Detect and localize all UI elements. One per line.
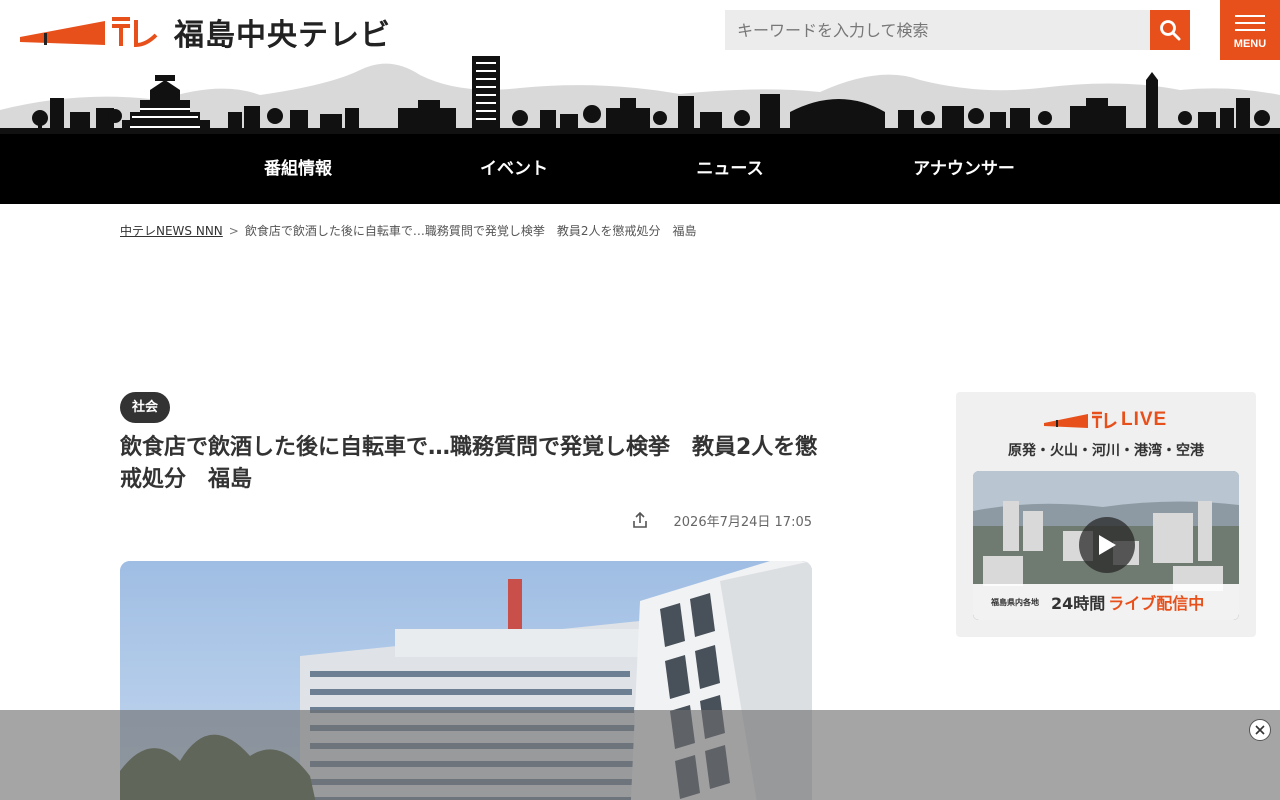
site-logo[interactable]: 福島中央テレビ [20,12,391,53]
live-word: LIVE [1121,409,1168,430]
bottom-ad-overlay [0,710,1280,800]
breadcrumb: 中テレNEWS NNN > 飲食店で飲酒した後に自転車で…職務質問で発覚し検挙 教員… [120,222,697,239]
play-button[interactable] [1079,517,1135,573]
close-icon [1255,725,1265,735]
share-icon[interactable] [630,510,650,530]
ctv-logo-icon [1044,411,1117,429]
search-button[interactable] [1150,10,1190,50]
article-meta: 2026年7月24日 17:05 [620,507,812,533]
live-thumbnail[interactable]: 福島県内各地 24時間 ライブ配信中 [973,471,1239,620]
live-banner-area: 福島県内各地 [991,597,1039,607]
live-card[interactable]: LIVE 原発・火山・河川・港湾・空港 福島県内各地 24時間 ライブ配信中 [956,392,1256,637]
live-banner-hours: 24時間 [1051,594,1106,613]
article-date: 2026年7月24日 17:05 [673,514,813,530]
ad-close-button[interactable] [1249,719,1271,741]
logo-text: 福島中央テレビ [174,18,391,53]
site-header: 福島中央テレビ MENU [0,0,1280,134]
breadcrumb-home-link[interactable]: 中テレNEWS NNN [120,224,223,238]
nav-item-programs[interactable]: 番組情報 [238,134,358,204]
live-banner: 福島県内各地 24時間 ライブ配信中 [973,584,1239,620]
page: 福島中央テレビ MENU [0,0,1280,800]
live-banner-status: ライブ配信中 [1108,594,1205,613]
play-icon [1099,535,1116,555]
hamburger-icon [1235,10,1265,36]
breadcrumb-current: 飲食店で飲酒した後に自転車で…職務質問で発覚し検挙 教員2人を懲戒処分 福島 [244,224,697,238]
live-subtitle: 原発・火山・河川・港湾・空港 [1008,443,1204,459]
category-tag[interactable]: 社会 [120,392,171,423]
ctv-logo-icon [20,17,158,48]
search-input[interactable] [725,10,1150,50]
menu-label: MENU [1233,38,1267,50]
breadcrumb-separator: > [228,224,239,238]
nav-item-announcers[interactable]: アナウンサー [894,134,1034,204]
search-box [725,10,1190,50]
city-skyline-illustration [0,56,1280,134]
article-title: 飲食店で飲酒した後に自転車で…職務質問で発覚し検挙 教員2人を懲戒処分 福島 [120,435,818,492]
global-nav: 番組情報 イベント ニュース アナウンサー [0,134,1280,204]
search-icon [1160,20,1181,41]
nav-item-news[interactable]: ニュース [670,134,790,204]
live-logo: LIVE [1044,409,1167,431]
nav-item-events[interactable]: イベント [454,134,574,204]
